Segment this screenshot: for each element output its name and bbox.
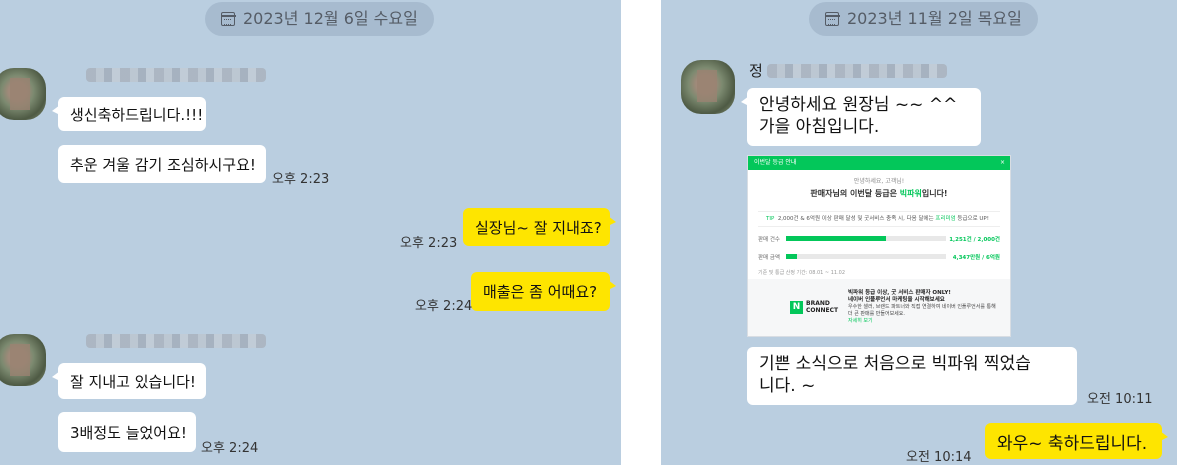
progress-fill [786, 254, 798, 259]
card-title-suffix: 입니다! [921, 189, 948, 198]
message-bubble[interactable]: 추운 겨울 감기 조심하시구요! [58, 145, 266, 183]
sender-name: 정 [749, 62, 763, 80]
naver-logo-icon: N [790, 301, 803, 314]
tip-text-suffix: 등급으로 UP! [955, 216, 989, 222]
progress-row: 판매 건수 1,251건 / 2,000건 [758, 233, 1000, 245]
progress-value: 1,251건 / 2,000건 [949, 237, 1000, 243]
progress-value: 4,347만원 / 6억원 [952, 255, 1000, 261]
message-bubble[interactable]: 잘 지내고 있습니다! [52, 363, 206, 399]
brand-headline: 네이버 인플루언서 마케팅을 시작해보세요 [848, 297, 945, 303]
sender-name-blurred [767, 64, 947, 78]
close-icon[interactable]: × [1000, 156, 1005, 170]
card-header: 이번달 등급 안내 × [748, 156, 1010, 170]
tip-highlight: 프리미엄 [935, 216, 956, 222]
message-time: 오후 2:24 [415, 299, 473, 314]
message-text: 3배정도 늘었어요! [70, 423, 187, 442]
card-tip: TIP 2,000건 & 6억원 이상 판매 달성 및 굿서비스 충족 시, 다… [758, 211, 1000, 227]
avatar[interactable] [0, 68, 46, 120]
message-text: 와우~ 축하드립니다. [997, 433, 1148, 454]
panel-divider [621, 0, 661, 465]
message-bubble[interactable]: 안녕하세요 원장님 ~~ ^^ 가을 아침입니다. [741, 88, 981, 146]
date-text: 2023년 11월 2일 목요일 [847, 9, 1022, 28]
card-header-title: 이번달 등급 안내 [754, 159, 797, 166]
brand-body: 우수한 셀러, 브랜드 파트너와 직접 연결하여 네이버 인플루언서를 통해 더… [848, 304, 996, 317]
card-subtitle: 안녕하세요, 고객님! [853, 178, 905, 185]
card-title: 판매자님의 이번달 등급은 빅파워입니다! [748, 188, 1010, 199]
brand-headline: 빅파워 등급 이상, 굿 서비스 판매자 ONLY! [848, 290, 951, 296]
progress-row: 판매 금액 4,347만원 / 6억원 [758, 251, 1000, 263]
progress-label: 판매 금액 [758, 255, 780, 261]
avatar[interactable] [681, 60, 735, 114]
message-time: 오후 2:23 [272, 172, 330, 187]
sender-name-blurred [86, 68, 266, 82]
calendar-icon [220, 12, 236, 26]
brand-description: 빅파워 등급 이상, 굿 서비스 판매자 ONLY! 네이버 인플루언서 마케팅… [848, 290, 998, 325]
calendar-icon [824, 12, 840, 26]
tip-text: 2,000건 & 6억원 이상 판매 달성 및 굿서비스 충족 시, 다음 달에… [777, 216, 936, 222]
message-time: 오전 10:11 [1087, 392, 1153, 407]
brand-connect-banner[interactable]: N BRAND CONNECT 빅파워 등급 이상, 굿 서비스 판매자 ONL… [748, 279, 1010, 336]
chat-panel-left[interactable]: 2023년 12월 6일 수요일 생신축하드립니다.!!! 추운 겨울 감기 조… [0, 0, 621, 465]
progress-track [786, 254, 946, 259]
avatar[interactable] [0, 334, 46, 386]
brand-name-line: CONNECT [806, 306, 839, 314]
progress-track [786, 236, 946, 241]
message-time: 오후 2:23 [400, 236, 458, 251]
grade-badge: 빅파워 [899, 189, 922, 198]
card-title-prefix: 판매자님의 이번달 등급은 [810, 189, 900, 198]
chat-panel-right[interactable]: 2023년 11월 2일 목요일 정 안녕하세요 원장님 ~~ ^^ 가을 아침… [661, 0, 1177, 465]
date-separator: 2023년 12월 6일 수요일 [205, 2, 434, 36]
tip-badge: TIP [766, 216, 775, 222]
grade-notice-card[interactable]: 이번달 등급 안내 × 안녕하세요, 고객님! 판매자님의 이번달 등급은 빅파… [747, 155, 1011, 337]
sender-name-blurred [86, 334, 266, 348]
brand-link[interactable]: 자세히 보기 [848, 318, 873, 324]
message-bubble-mine[interactable]: 매출은 좀 어때요? [471, 272, 616, 311]
message-bubble-mine[interactable]: 실장님~ 잘 지내죠? [463, 208, 616, 246]
date-text: 2023년 12월 6일 수요일 [243, 9, 418, 28]
message-text: 기쁜 소식으로 처음으로 빅파워 찍었습 니다. ~ [759, 354, 1031, 396]
message-text: 안녕하세요 원장님 ~~ ^^ 가을 아침입니다. [759, 95, 958, 137]
message-time: 오전 10:14 [906, 450, 972, 465]
message-bubble[interactable]: 생신축하드립니다.!!! [52, 97, 206, 131]
progress-label: 판매 건수 [758, 237, 780, 243]
message-bubble[interactable]: 기쁜 소식으로 처음으로 빅파워 찍었습 니다. ~ [747, 347, 1077, 405]
message-bubble[interactable]: 3배정도 늘었어요! [58, 412, 196, 452]
brand-name: BRAND CONNECT [806, 300, 839, 314]
message-text: 잘 지내고 있습니다! [70, 372, 196, 391]
message-bubble-mine[interactable]: 와우~ 축하드립니다. [985, 423, 1168, 459]
message-time: 오후 2:24 [201, 441, 259, 456]
message-text: 추운 겨울 감기 조심하시구요! [70, 155, 256, 174]
progress-fill [786, 236, 886, 241]
message-text: 생신축하드립니다.!!! [70, 105, 204, 124]
message-text: 매출은 좀 어때요? [483, 283, 598, 301]
date-separator: 2023년 11월 2일 목요일 [809, 2, 1038, 36]
message-text: 실장님~ 잘 지내죠? [475, 218, 602, 237]
